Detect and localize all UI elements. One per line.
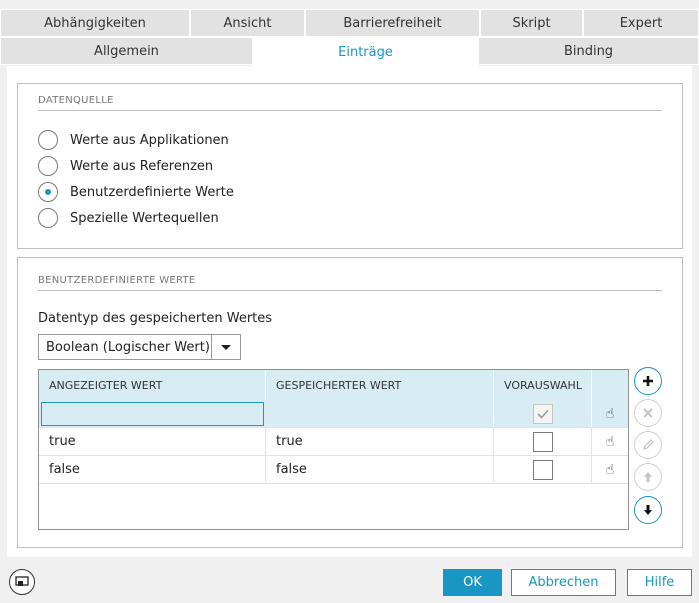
column-header-vorauswahl[interactable]: VORAUSWAHL xyxy=(494,370,592,400)
move-down-button[interactable] xyxy=(634,496,662,524)
arrow-up-icon xyxy=(644,472,652,482)
stored-value-cell[interactable]: true xyxy=(266,428,494,455)
preselect-cell xyxy=(494,400,592,427)
tab-label: Barrierefreiheit xyxy=(343,15,442,31)
stored-value-cell[interactable]: false xyxy=(266,456,494,483)
displayed-value-cell[interactable]: false xyxy=(39,456,266,483)
hand-pointer-icon[interactable]: ☝ xyxy=(606,462,615,478)
preselect-checkbox[interactable] xyxy=(532,431,553,452)
tab-abhaengigkeiten[interactable]: Abhängigkeiten xyxy=(0,9,190,37)
tab-label: Expert xyxy=(619,15,663,31)
tab-content-panel: DATENQUELLE Werte aus Applikationen Wert… xyxy=(7,66,692,557)
help-button[interactable]: Hilfe xyxy=(627,569,692,596)
tab-eintraege[interactable]: Einträge xyxy=(253,37,478,67)
row-action-cell: ☝ xyxy=(592,400,628,427)
move-up-button[interactable] xyxy=(634,463,662,491)
tab-row-top: Abhängigkeiten Ansicht Barrierefreiheit … xyxy=(0,9,699,38)
radio-label: Werte aus Referenzen xyxy=(70,158,214,174)
radio-label: Spezielle Wertequellen xyxy=(70,210,219,226)
table-row[interactable]: true true ☝ xyxy=(39,428,628,456)
datatype-select[interactable]: Boolean (Logischer Wert) xyxy=(38,334,241,360)
benutzerdefinierte-werte-group: BENUTZERDEFINIERTE WERTE Datentyp des ge… xyxy=(17,257,683,548)
tab-label: Binding xyxy=(563,43,614,59)
tab-binding[interactable]: Binding xyxy=(478,37,699,65)
context-help-icon[interactable] xyxy=(9,569,35,595)
table-row[interactable]: ☝ xyxy=(39,400,628,428)
tab-label: Skript xyxy=(512,15,551,31)
pencil-icon xyxy=(643,439,654,450)
datenquelle-group: DATENQUELLE Werte aus Applikationen Wert… xyxy=(17,83,683,249)
column-header-angezeigter-wert[interactable]: ANGEZEIGTER WERT xyxy=(39,370,266,400)
divider xyxy=(38,290,662,291)
stored-value-cell[interactable] xyxy=(266,400,494,427)
tab-expert[interactable]: Expert xyxy=(583,9,699,37)
radio-button[interactable] xyxy=(38,130,58,150)
preselect-cell xyxy=(494,428,592,455)
add-row-button[interactable] xyxy=(634,367,662,395)
radio-button[interactable] xyxy=(38,208,58,228)
tab-label: Ansicht xyxy=(223,15,272,31)
displayed-value-cell[interactable]: true xyxy=(39,428,266,455)
delete-row-button[interactable] xyxy=(634,399,662,427)
table-header: ANGEZEIGTER WERT GESPEICHERTER WERT VORA… xyxy=(39,370,628,400)
tab-skript[interactable]: Skript xyxy=(480,9,583,37)
preselect-cell xyxy=(494,456,592,483)
arrow-down-icon xyxy=(644,505,652,515)
radio-spezielle-wertequellen[interactable]: Spezielle Wertequellen xyxy=(38,207,219,229)
datatype-select-value: Boolean (Logischer Wert) xyxy=(46,339,210,355)
tab-label: Abhängigkeiten xyxy=(44,15,146,31)
radio-benutzerdefinierte-werte[interactable]: Benutzerdefinierte Werte xyxy=(38,181,234,203)
column-header-actions xyxy=(592,370,628,400)
radio-werte-aus-referenzen[interactable]: Werte aus Referenzen xyxy=(38,155,213,177)
hand-pointer-icon[interactable]: ☝ xyxy=(606,434,615,450)
tab-ansicht[interactable]: Ansicht xyxy=(190,9,305,37)
tab-row-bottom: Allgemein Einträge Binding xyxy=(0,37,699,67)
datenquelle-title: DATENQUELLE xyxy=(38,95,114,106)
values-table: ANGEZEIGTER WERT GESPEICHERTER WERT VORA… xyxy=(38,369,629,530)
preselect-checkbox[interactable] xyxy=(532,459,553,480)
edit-row-button[interactable] xyxy=(634,431,662,459)
tab-allgemein[interactable]: Allgemein xyxy=(0,37,253,65)
datatype-label: Datentyp des gespeicherten Wertes xyxy=(38,311,273,326)
tab-label: Allgemein xyxy=(94,43,159,59)
check-icon xyxy=(536,409,549,419)
radio-label: Benutzerdefinierte Werte xyxy=(70,184,234,200)
hand-pointer-icon[interactable]: ☝ xyxy=(606,406,615,422)
row-action-cell: ☝ xyxy=(592,456,628,483)
divider xyxy=(38,110,662,111)
chevron-down-icon[interactable] xyxy=(212,344,240,350)
table-row[interactable]: false false ☝ xyxy=(39,456,628,484)
plus-icon xyxy=(643,376,653,386)
row-action-cell: ☝ xyxy=(592,428,628,455)
ok-button[interactable]: OK xyxy=(443,569,502,596)
radio-button[interactable] xyxy=(38,156,58,176)
displayed-value-input[interactable] xyxy=(41,402,264,426)
preselect-checkbox[interactable] xyxy=(532,403,553,424)
column-header-gespeicherter-wert[interactable]: GESPEICHERTER WERT xyxy=(266,370,494,400)
cancel-button[interactable]: Abbrechen xyxy=(511,569,616,596)
radio-label: Werte aus Applikationen xyxy=(70,132,229,148)
radio-button-checked[interactable] xyxy=(38,182,58,202)
tab-barrierefreiheit[interactable]: Barrierefreiheit xyxy=(305,9,480,37)
radio-werte-aus-applikationen[interactable]: Werte aus Applikationen xyxy=(38,129,229,151)
tab-label: Einträge xyxy=(338,44,393,60)
benutzer-title: BENUTZERDEFINIERTE WERTE xyxy=(38,275,196,286)
close-icon xyxy=(643,408,653,418)
